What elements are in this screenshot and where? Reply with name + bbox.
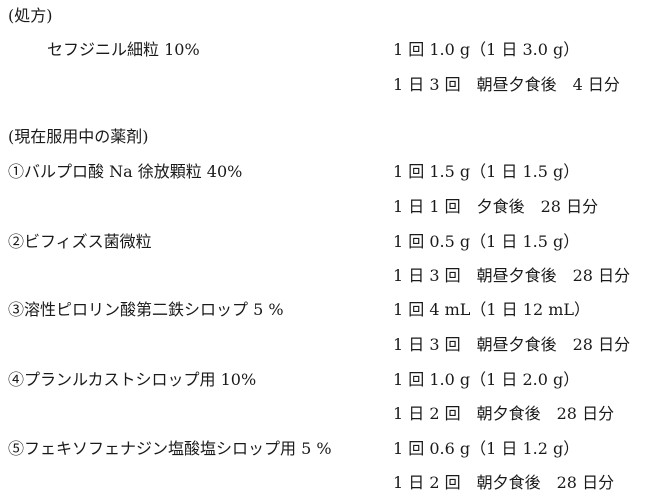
current-med-3-schedule: 1 日 3 回 朝昼夕食後 28 日分 bbox=[393, 335, 631, 354]
current-med-1-name: ①バルプロ酸 Na 徐放顆粒 40% bbox=[8, 162, 243, 181]
current-med-1-schedule: 1 日 1 回 夕食後 28 日分 bbox=[393, 197, 599, 216]
current-meds-heading: (現在服用中の薬剤) bbox=[8, 127, 149, 146]
prescription-drug-name: セフジニル細粒 10% bbox=[47, 40, 200, 59]
prescription-drug-schedule: 1 日 3 回 朝昼夕食後 4 日分 bbox=[393, 75, 620, 94]
current-med-4-schedule: 1 日 2 回 朝夕食後 28 日分 bbox=[393, 404, 615, 423]
current-med-2-schedule: 1 日 3 回 朝昼夕食後 28 日分 bbox=[393, 266, 631, 285]
prescription-heading: (処方) bbox=[8, 6, 53, 25]
current-med-3-dose: 1 回 4 mL（1 日 12 mL） bbox=[393, 300, 591, 319]
current-med-2-name: ②ビフィズス菌微粒 bbox=[8, 232, 152, 251]
prescription-drug-dose: 1 回 1.0 g（1 日 3.0 g） bbox=[393, 40, 580, 59]
current-med-4-name: ④プランルカストシロップ用 10% bbox=[8, 370, 257, 389]
current-med-3-name: ③溶性ピロリン酸第二鉄シロップ 5 % bbox=[8, 300, 284, 319]
current-med-5-schedule: 1 日 2 回 朝夕食後 28 日分 bbox=[393, 473, 615, 492]
current-med-5-dose: 1 回 0.6 g（1 日 1.2 g） bbox=[393, 439, 580, 458]
current-med-2-dose: 1 回 0.5 g（1 日 1.5 g） bbox=[393, 232, 580, 251]
current-med-1-dose: 1 回 1.5 g（1 日 1.5 g） bbox=[393, 162, 580, 181]
current-med-5-name: ⑤フェキソフェナジン塩酸塩シロップ用 5 % bbox=[8, 439, 332, 458]
prescription-document: (処方) セフジニル細粒 10% 1 回 1.0 g（1 日 3.0 g） 1 … bbox=[0, 0, 663, 501]
current-med-4-dose: 1 回 1.0 g（1 日 2.0 g） bbox=[393, 370, 580, 389]
